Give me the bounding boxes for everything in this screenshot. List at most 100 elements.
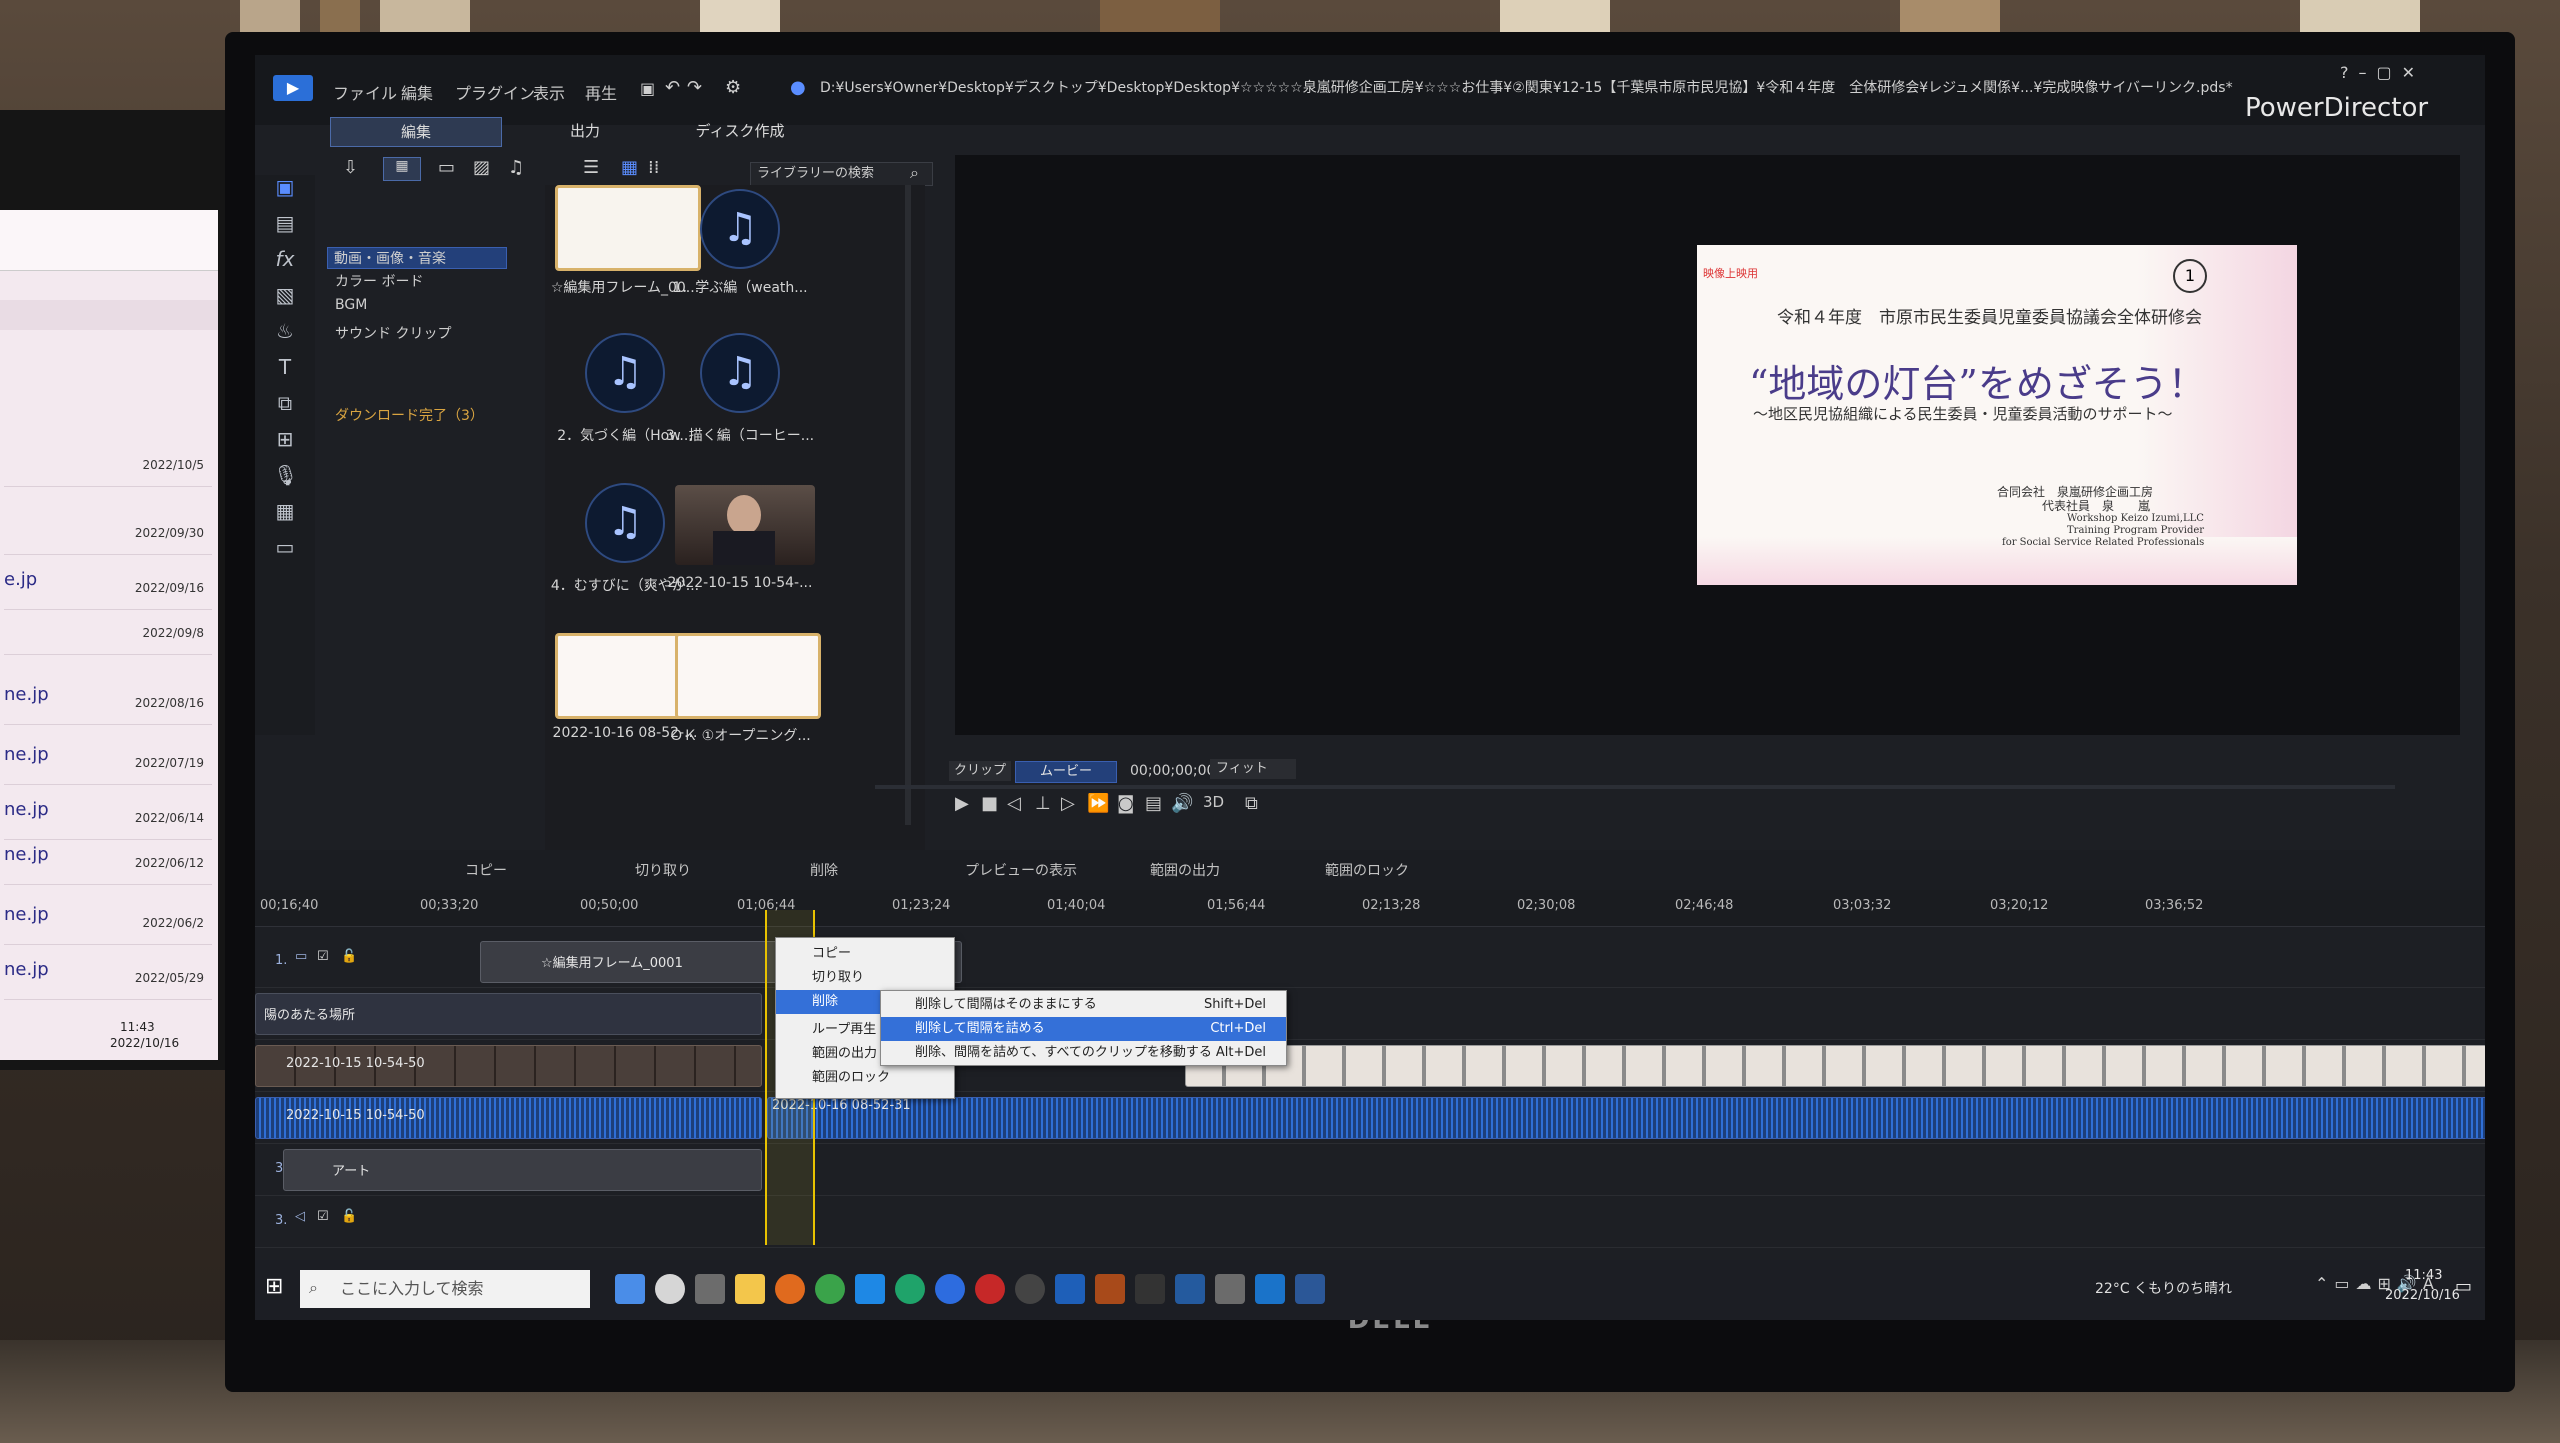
settings-icon[interactable]: ⚙ <box>725 77 741 98</box>
thumbnail[interactable] <box>555 185 701 271</box>
movie-mode-button[interactable]: ムービー <box>1015 761 1117 783</box>
template-icon[interactable]: ▤ <box>273 211 297 235</box>
subtitle-toggle-icon[interactable]: ▤ <box>1145 793 1162 814</box>
timeline-ruler[interactable]: 00;16;40 00;33;20 00;50;00 01;06;44 01;2… <box>255 890 2485 927</box>
play-icon[interactable]: ▶ <box>955 793 969 814</box>
file-explorer-icon[interactable] <box>735 1274 765 1304</box>
save-icon[interactable]: ▣ <box>640 79 655 98</box>
scrollbar[interactable] <box>905 185 911 825</box>
show-preview-button[interactable]: プレビューの表示 <box>965 860 1077 880</box>
media-room-icon[interactable]: ▣ <box>273 175 297 199</box>
lock-icon[interactable]: 🔓 <box>341 1209 357 1224</box>
timeline-clip[interactable]: 陽のあたる場所 <box>255 993 762 1035</box>
list-item[interactable]: 2022/09/8 <box>4 610 212 655</box>
thumbnail[interactable] <box>675 485 815 565</box>
snapshot-icon[interactable]: ◙ <box>1117 793 1134 814</box>
list-item[interactable]: ne.jp 2022/06/2 <box>4 900 212 945</box>
app-icon[interactable] <box>615 1274 645 1304</box>
list-view-icon[interactable]: ☰ <box>583 157 599 178</box>
firefox-icon[interactable] <box>775 1274 805 1304</box>
track-enable-checkbox[interactable]: ☑ <box>317 949 329 964</box>
music-note-icon[interactable]: ♫ <box>700 333 780 413</box>
word-icon[interactable] <box>1295 1274 1325 1304</box>
app-icon[interactable] <box>1015 1274 1045 1304</box>
menu-playback[interactable]: 再生 <box>585 80 617 104</box>
export-range-button[interactable]: 範囲の出力 <box>1150 860 1220 880</box>
task-view-icon[interactable] <box>695 1274 725 1304</box>
menu-edit[interactable]: 編集 <box>401 80 433 104</box>
window-controls[interactable]: ?–▢✕ <box>2340 63 2425 82</box>
next-frame-icon[interactable]: ▷ <box>1061 793 1075 814</box>
notification-icon[interactable]: ▭ <box>2455 1276 2472 1297</box>
list-item[interactable]: e.jp 2022/09/16 <box>4 565 212 610</box>
timeline-clip[interactable]: アート <box>283 1149 762 1191</box>
tab-edit[interactable]: 編集 <box>330 117 502 147</box>
fast-forward-icon[interactable]: ⏩ <box>1087 793 1109 814</box>
cortana-icon[interactable] <box>655 1274 685 1304</box>
chrome-icon[interactable] <box>815 1274 845 1304</box>
3d-toggle[interactable]: 3D <box>1203 793 1224 811</box>
submenu-delete-close-gap[interactable]: 削除して間隔を詰める Ctrl+Del <box>881 1017 1286 1041</box>
prev-frame-icon[interactable]: ◁ <box>1007 793 1021 814</box>
thumbnail[interactable] <box>675 633 821 719</box>
music-note-icon[interactable]: ♫ <box>700 189 780 269</box>
context-cut[interactable]: 切り取り <box>776 966 954 990</box>
menu-plugin[interactable]: プラグイン <box>455 80 535 104</box>
app-icon[interactable] <box>1175 1274 1205 1304</box>
context-lock-range[interactable]: 範囲のロック <box>776 1066 954 1090</box>
tab-disc[interactable]: ディスク作成 <box>675 117 805 145</box>
skype-icon[interactable] <box>855 1274 885 1304</box>
submenu-delete-move-all[interactable]: 削除、間隔を詰めて、すべてのクリップを移動する Alt+Del <box>881 1041 1286 1065</box>
music-note-icon[interactable]: ♫ <box>585 483 665 563</box>
copy-button[interactable]: コピー <box>465 860 507 880</box>
camera-icon[interactable] <box>1215 1274 1245 1304</box>
delete-button[interactable]: 削除 <box>810 860 838 880</box>
list-item[interactable]: ne.jp 2022/06/14 <box>4 795 212 840</box>
library-search-input[interactable]: ライブラリーの検索 <box>750 162 933 186</box>
menu-file[interactable]: ファイル <box>333 80 397 104</box>
list-item[interactable]: ne.jp 2022/08/16 <box>4 680 212 725</box>
transition-icon[interactable]: ⧉ <box>273 391 297 415</box>
timeline-clip[interactable] <box>1185 1045 2485 1087</box>
app-icon[interactable] <box>1095 1274 1125 1304</box>
lock-range-button[interactable]: 範囲のロック <box>1325 860 1409 880</box>
list-item[interactable]: 2022/09/30 <box>4 510 212 555</box>
category-sound-clip[interactable]: サウンド クリップ <box>335 323 451 343</box>
audio-waveform-clip[interactable]: 2022-10-16 08-52-31 <box>767 1097 2485 1139</box>
grid-view-icon[interactable]: ▦ <box>621 157 638 178</box>
windows-start-icon[interactable]: ⊞ <box>265 1274 283 1299</box>
weather-status[interactable]: 22°C くもりのち晴れ <box>2095 1278 2232 1298</box>
list-item[interactable]: ne.jp 2022/07/19 <box>4 740 212 785</box>
powerdirector-taskbar-icon[interactable] <box>1055 1274 1085 1304</box>
category-media[interactable]: 動画・画像・音楽 <box>327 247 507 269</box>
clock-time[interactable]: 11:43 <box>2405 1268 2442 1283</box>
list-item[interactable]: 2022/10/5 <box>4 442 212 487</box>
track-enable-checkbox[interactable]: ☑ <box>317 1209 329 1224</box>
fit-select[interactable]: フィット <box>1210 759 1296 779</box>
stop-icon[interactable]: ■ <box>981 793 998 814</box>
clock-date[interactable]: 2022/10/16 <box>2385 1288 2460 1303</box>
category-bgm[interactable]: BGM <box>335 297 367 313</box>
undo-icon[interactable]: ↶ <box>665 77 680 98</box>
small-grid-icon[interactable]: ⁞⁞ <box>648 157 659 178</box>
record-icon[interactable] <box>975 1274 1005 1304</box>
fx-icon[interactable]: fx <box>273 247 297 271</box>
zoom-icon[interactable] <box>935 1274 965 1304</box>
left-search-bar[interactable] <box>0 300 218 330</box>
account-icon[interactable]: ● <box>790 77 806 98</box>
timeline-clip[interactable]: 2022-10-15 10-54-50 <box>255 1045 762 1087</box>
list-item[interactable]: ne.jp 2022/06/12 <box>4 840 212 885</box>
outlook-icon[interactable] <box>1255 1274 1285 1304</box>
redo-icon[interactable]: ↷ <box>687 77 702 98</box>
volume-icon[interactable]: 🔊 <box>1171 793 1193 814</box>
title-icon[interactable]: T <box>273 355 297 379</box>
pip-icon[interactable]: ▧ <box>273 283 297 307</box>
split-icon[interactable]: ⊥ <box>1035 793 1051 814</box>
undock-icon[interactable]: ⧉ <box>1245 793 1258 814</box>
submenu-delete-keep-gap[interactable]: 削除して間隔はそのままにする Shift+Del <box>881 993 1286 1017</box>
lock-icon[interactable]: 🔓 <box>341 949 357 964</box>
particle-icon[interactable]: ♨ <box>273 319 297 343</box>
context-copy[interactable]: コピー <box>776 942 954 966</box>
edge-icon[interactable] <box>895 1274 925 1304</box>
list-item[interactable]: ne.jp 2022/05/29 <box>4 955 212 1000</box>
